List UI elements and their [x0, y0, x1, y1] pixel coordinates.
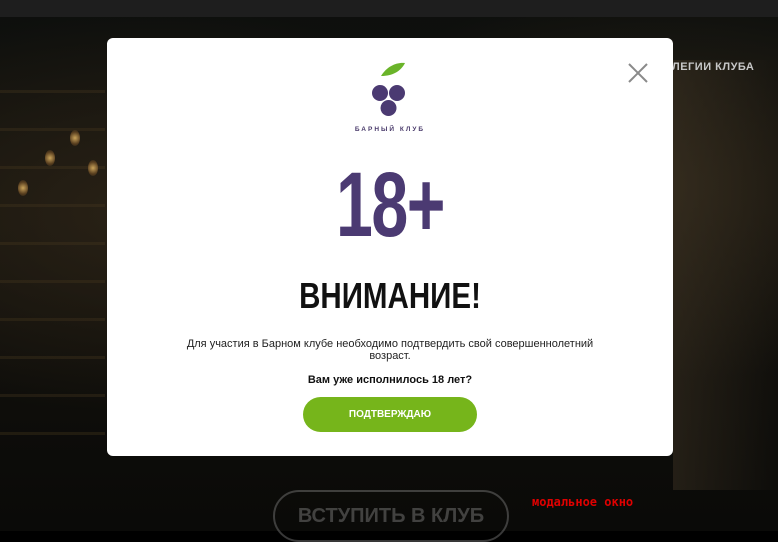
- background-lamp: [88, 160, 98, 176]
- background-join-button: ВСТУПИТЬ В КЛУБ: [273, 490, 509, 542]
- age-restriction: 18+: [335, 154, 445, 256]
- brand-name: БАРНЫЙ КЛУБ: [354, 126, 426, 133]
- top-bar: [0, 0, 778, 17]
- background-lamp: [70, 130, 80, 146]
- background-shelves: [0, 90, 105, 470]
- background-lamp: [45, 150, 55, 166]
- age-question: Вам уже исполнилось 18 лет?: [307, 374, 473, 386]
- background-nav-item[interactable]: ЛЕГИИ КЛУБА: [672, 61, 754, 73]
- annotation-label: модальное окно: [532, 495, 634, 509]
- background-lamp: [18, 180, 28, 196]
- background-wall: [673, 60, 778, 490]
- close-icon[interactable]: [625, 60, 651, 86]
- age-verification-modal: БАРНЫЙ КЛУБ 18+ ВНИМАНИЕ! Для участия в …: [107, 38, 673, 456]
- description-text: Для участия в Барном клубе необходимо по…: [186, 338, 594, 362]
- grape-logo-icon: [353, 60, 427, 136]
- confirm-button[interactable]: ПОДТВЕРЖДАЮ: [303, 397, 477, 432]
- warning-title: ВНИМАНИЕ!: [299, 275, 481, 316]
